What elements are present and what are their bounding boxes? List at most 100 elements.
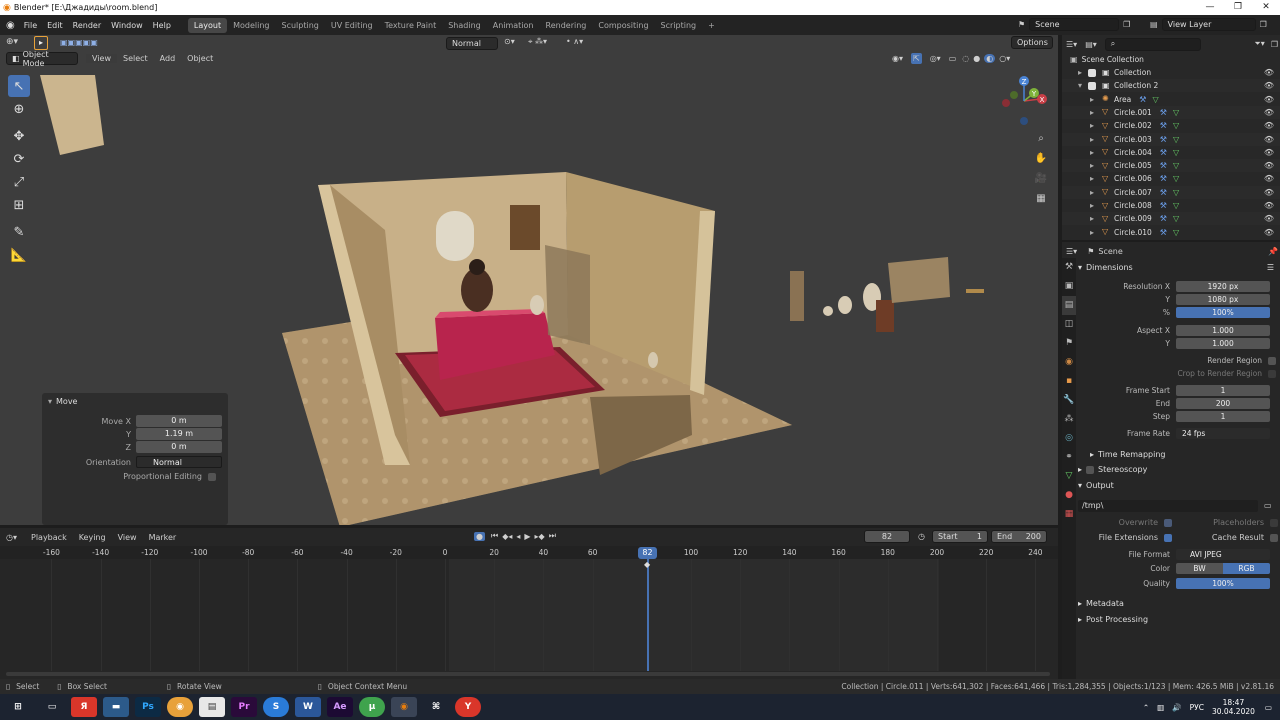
mesh-data-icon[interactable]: ▽	[1173, 161, 1179, 170]
rotate-tool-icon[interactable]: ⟳	[8, 148, 30, 170]
tab-rendering[interactable]: Rendering	[540, 18, 593, 33]
collection-checkbox[interactable]	[1088, 81, 1096, 90]
measure-tool-icon[interactable]: 📐	[8, 244, 30, 266]
object-mode-dropdown[interactable]: ◧ Object Mode	[6, 50, 78, 68]
editor-type-selector[interactable]: ⊕▾	[6, 37, 18, 47]
pin-icon[interactable]: 📌	[1268, 247, 1278, 256]
file-extensions-checkbox[interactable]	[1164, 533, 1172, 542]
scene-selector[interactable]: ⚑ Scene ❐	[1018, 18, 1130, 31]
pan-hand-icon[interactable]: ✋	[1033, 150, 1049, 166]
visibility-eye-icon[interactable]: 👁	[1264, 214, 1274, 223]
expand-arrow-icon[interactable]: ▸	[1090, 95, 1100, 104]
proportional-edit-icon[interactable]: • ∧▾	[566, 37, 583, 46]
keyboard-language[interactable]: РУС	[1190, 703, 1204, 712]
outliner-item[interactable]: ▸ ▽ Circle.006 ⚒ ▽ 👁	[1062, 172, 1280, 185]
pivot-point-icon[interactable]: ⊙▾	[504, 37, 515, 46]
jump-keyframe-forward-icon[interactable]: ▸◆	[535, 532, 545, 541]
frame-ruler[interactable]	[0, 546, 1058, 559]
timeline-editor[interactable]: ◷▾ Playback Keying View Marker ● ⏮ ◆◂ ◂ …	[0, 528, 1058, 680]
skype-icon[interactable]: S	[263, 697, 289, 717]
menu-window[interactable]: Window	[106, 21, 148, 30]
cursor-tool-icon[interactable]: ⊕	[8, 98, 30, 120]
expand-arrow-icon[interactable]: ▸	[1090, 174, 1100, 183]
visibility-eye-icon[interactable]: 👁	[1264, 148, 1274, 157]
modifier-icon[interactable]: ⚒	[1139, 95, 1146, 104]
timeline-menu-keying[interactable]: Keying	[79, 533, 106, 542]
tab-uv-editing[interactable]: UV Editing	[325, 18, 379, 33]
select-box-tool-icon[interactable]: ↖	[8, 75, 30, 97]
placeholders-checkbox[interactable]	[1270, 518, 1278, 527]
modifier-icon[interactable]: ⚒	[1160, 121, 1167, 130]
blender-menu-icon[interactable]: ◉	[6, 20, 15, 31]
orientation-dropdown[interactable]: Normal	[136, 456, 222, 468]
after-effects-icon[interactable]: Ae	[327, 697, 353, 717]
expand-arrow-icon[interactable]: ▸	[1090, 108, 1100, 117]
notepad-icon[interactable]: ▤	[199, 697, 225, 717]
annotate-tool-icon[interactable]: ✎	[8, 221, 30, 243]
time-remapping-section[interactable]: ▸ Time Remapping	[1090, 447, 1280, 462]
playhead-line[interactable]	[647, 559, 649, 671]
constraints-tab-icon[interactable]: ⚭	[1062, 448, 1076, 467]
scale-tool-icon[interactable]: ⤢	[8, 171, 30, 193]
folder-app-icon[interactable]: ▬	[103, 697, 129, 717]
expand-arrow-icon[interactable]: ▸	[1078, 68, 1088, 77]
outliner-item[interactable]: ▸ ▽ Circle.001 ⚒ ▽ 👁	[1062, 105, 1280, 119]
visibility-eye-icon[interactable]: 👁	[1264, 201, 1274, 210]
navigation-gizmo[interactable]: X Y Z	[996, 75, 1052, 127]
overwrite-checkbox[interactable]	[1164, 518, 1172, 527]
tool-tab-icon[interactable]: ⚒	[1062, 258, 1076, 277]
outliner-item[interactable]: ▸ ▽ Circle.010 ⚒ ▽ 👁	[1062, 226, 1280, 239]
preview-range-icon[interactable]: ◷	[918, 532, 925, 541]
mesh-data-icon[interactable]: ▽	[1173, 135, 1179, 144]
mesh-data-icon[interactable]: ▽	[1173, 201, 1179, 210]
play-reverse-icon[interactable]: ◂	[516, 532, 520, 541]
premiere-icon[interactable]: Pr	[231, 697, 257, 717]
world-tab-icon[interactable]: ◉	[1062, 353, 1076, 372]
visibility-eye-icon[interactable]: 👁	[1264, 174, 1274, 183]
close-window-button[interactable]: ✕	[1252, 0, 1280, 15]
properties-editor-icon[interactable]: ☰▾	[1066, 247, 1077, 256]
menu-file[interactable]: File	[19, 21, 42, 30]
modifier-icon[interactable]: ⚒	[1160, 228, 1167, 237]
visibility-eye-icon[interactable]: 👁	[1264, 81, 1274, 90]
camera-view-icon[interactable]: 🎥	[1033, 170, 1049, 186]
stereoscopy-checkbox[interactable]	[1086, 465, 1095, 474]
mesh-data-icon[interactable]: ▽	[1152, 95, 1158, 104]
yandex-icon[interactable]: Я	[71, 697, 97, 717]
output-section-header[interactable]: ▾ Output	[1078, 478, 1280, 493]
visibility-eye-icon[interactable]: 👁	[1264, 95, 1274, 104]
perspective-grid-icon[interactable]: ▦	[1033, 190, 1049, 206]
modifier-icon[interactable]: ⚒	[1160, 161, 1167, 170]
visibility-eye-icon[interactable]: 👁	[1264, 135, 1274, 144]
mesh-data-icon[interactable]: ▽	[1173, 214, 1179, 223]
current-frame-field[interactable]: 82	[864, 530, 910, 543]
clock[interactable]: 18:47 30.04.2020	[1212, 698, 1255, 716]
metadata-section[interactable]: ▸ Metadata	[1078, 596, 1280, 611]
viewport-menu-select[interactable]: Select	[117, 54, 154, 63]
object-tab-icon[interactable]: ▪	[1062, 372, 1076, 391]
tab-shading[interactable]: Shading	[442, 18, 487, 33]
timeline-scrollbar[interactable]	[6, 672, 1050, 676]
outliner-item[interactable]: ▸ ✺ Area ⚒ ▽ 👁	[1062, 93, 1280, 106]
network-icon[interactable]: ▥	[1157, 703, 1164, 712]
yandex-browser-icon[interactable]: Y	[455, 697, 481, 717]
viewport-menu-view[interactable]: View	[86, 54, 117, 63]
frame-step-field[interactable]: 1	[1176, 411, 1270, 422]
blender-taskbar-icon[interactable]: ◉	[391, 697, 417, 717]
add-workspace-icon[interactable]: +	[702, 18, 721, 33]
mesh-data-icon[interactable]: ▽	[1173, 228, 1179, 237]
outliner-item[interactable]: ▸ ▣ Collection 👁	[1062, 66, 1280, 79]
expand-arrow-icon[interactable]: ▸	[1090, 148, 1100, 157]
tab-sculpting[interactable]: Sculpting	[276, 18, 325, 33]
resolution-x-field[interactable]: 1920 px	[1176, 281, 1270, 292]
visibility-eye-icon[interactable]: 👁	[1264, 228, 1274, 237]
timeline-editor-icon[interactable]: ◷▾	[6, 533, 17, 542]
outliner-item[interactable]: ▸ ▽ Circle.009 ⚒ ▽ 👁	[1062, 212, 1280, 226]
collection-checkbox[interactable]	[1088, 68, 1096, 77]
new-scene-icon[interactable]: ❐	[1123, 20, 1130, 29]
jump-start-icon[interactable]: ⏮	[491, 531, 498, 541]
tab-texture-paint[interactable]: Texture Paint	[379, 18, 443, 33]
menu-edit[interactable]: Edit	[42, 21, 68, 30]
timeline-menu-view[interactable]: View	[118, 533, 137, 542]
utorrent-icon[interactable]: µ	[359, 697, 385, 717]
